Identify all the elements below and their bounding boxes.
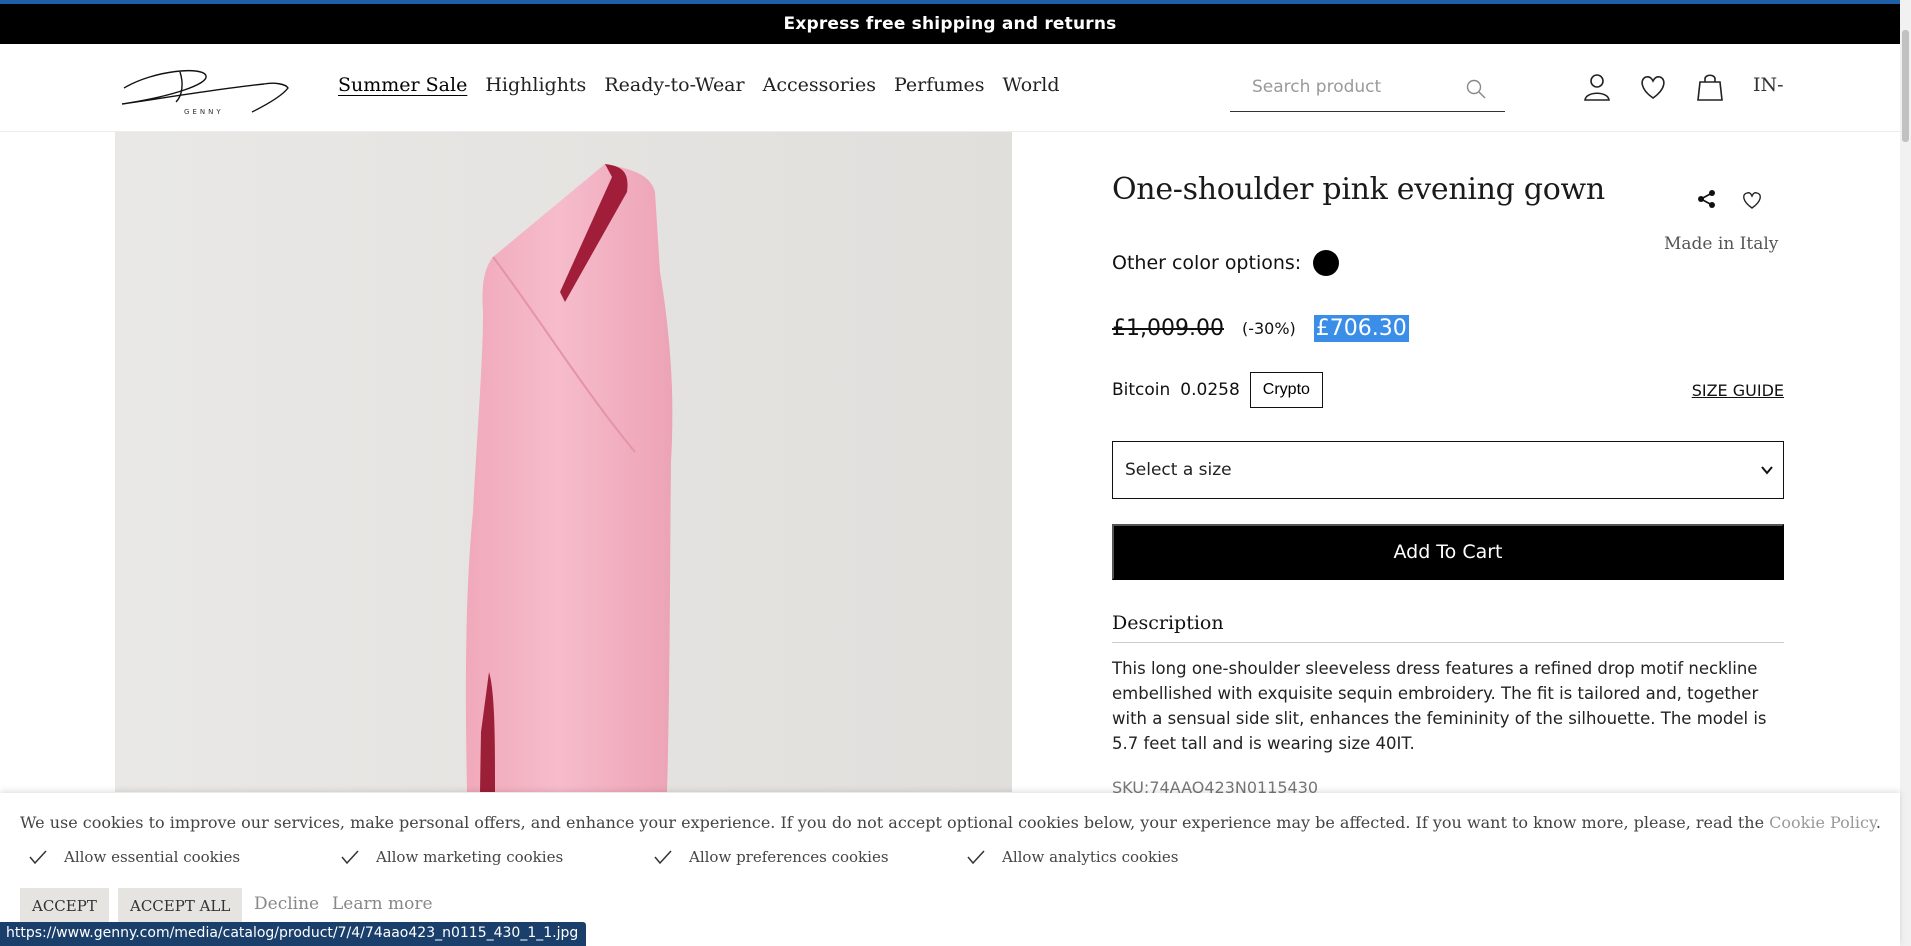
color-options: Other color options: (1112, 250, 1340, 276)
account-icon[interactable] (1580, 70, 1614, 104)
nav-highlights[interactable]: Highlights (485, 74, 586, 96)
add-to-cart-button[interactable]: Add To Cart (1112, 524, 1784, 580)
cookie-text-suffix: . (1875, 813, 1881, 832)
size-select[interactable]: Select a size (1112, 441, 1784, 499)
dress-illustration (465, 164, 673, 792)
product-title: One-shoulder pink evening gown (1112, 172, 1605, 207)
page-scrollbar[interactable] (1900, 0, 1911, 946)
checkmark-icon (966, 848, 986, 866)
crypto-price: Bitcoin 0.0258 Crypto (1112, 372, 1323, 408)
bitcoin-amount: 0.0258 (1180, 380, 1240, 400)
nav-summer-sale[interactable]: Summer Sale (338, 74, 467, 96)
scrollbar-thumb[interactable] (1902, 30, 1909, 142)
cookie-decline-button[interactable]: Decline (254, 894, 319, 914)
size-guide-link[interactable]: SIZE GUIDE (1692, 381, 1784, 400)
cookie-learn-more-link[interactable]: Learn more (332, 894, 433, 914)
cookie-policy-link[interactable]: Cookie Policy (1769, 813, 1876, 832)
cookie-option-analytics[interactable]: Allow analytics cookies (966, 848, 1179, 866)
promo-banner: Express free shipping and returns (0, 4, 1900, 44)
chevron-down-icon (1759, 462, 1775, 478)
share-icon[interactable] (1696, 188, 1718, 210)
search-box (1230, 64, 1505, 112)
cookie-accept-all-button[interactable]: ACCEPT ALL (118, 888, 243, 924)
browser-status-url: https://www.genny.com/media/catalog/prod… (0, 922, 587, 946)
checkmark-icon (340, 848, 360, 866)
checkmark-icon (28, 848, 48, 866)
svg-text:GENNY: GENNY (184, 108, 224, 116)
add-to-wishlist-heart-icon[interactable] (1740, 188, 1764, 212)
language-selector[interactable]: IN- (1753, 74, 1784, 96)
cookie-option-marketing[interactable]: Allow marketing cookies (340, 848, 563, 866)
genny-logo[interactable]: GENNY (114, 62, 290, 118)
site-header: GENNY Summer Sale Highlights Ready-to-We… (0, 44, 1900, 132)
color-swatch-black[interactable] (1313, 250, 1340, 276)
cookie-message: We use cookies to improve our services, … (20, 813, 1881, 832)
cookie-option-label: Allow essential cookies (64, 848, 241, 866)
nav-world[interactable]: World (1003, 74, 1060, 96)
made-in-label: Made in Italy (1664, 234, 1779, 254)
cookie-option-label: Allow marketing cookies (376, 848, 564, 866)
original-price: £1,009.00 (1112, 316, 1224, 341)
cookie-option-label: Allow preferences cookies (689, 848, 889, 866)
cookie-option-label: Allow analytics cookies (1002, 848, 1179, 866)
nav-ready-to-wear[interactable]: Ready-to-Wear (604, 74, 744, 96)
color-options-label: Other color options: (1112, 252, 1302, 274)
cookie-option-essential[interactable]: Allow essential cookies (28, 848, 240, 866)
product-image[interactable] (115, 132, 1012, 792)
shopping-bag-icon[interactable] (1693, 70, 1727, 104)
crypto-button[interactable]: Crypto (1249, 372, 1323, 408)
product-description: This long one-shoulder sleeveless dress … (1112, 659, 1767, 753)
search-input[interactable] (1252, 74, 1462, 100)
nav-perfumes[interactable]: Perfumes (894, 74, 985, 96)
cookie-text: We use cookies to improve our services, … (20, 813, 1765, 832)
sale-price: £706.30 (1313, 315, 1409, 342)
checkmark-icon (653, 848, 673, 866)
cookie-option-preferences[interactable]: Allow preferences cookies (653, 848, 889, 866)
price-block: £1,009.00 (-30%) £706.30 (1112, 315, 1409, 342)
discount-badge: (-30%) (1241, 319, 1296, 338)
cookie-accept-button[interactable]: ACCEPT (20, 888, 109, 924)
nav-accessories[interactable]: Accessories (763, 74, 876, 96)
main-nav: Summer Sale Highlights Ready-to-Wear Acc… (338, 74, 1078, 96)
wishlist-heart-icon[interactable] (1636, 70, 1670, 104)
description-heading[interactable]: Description (1112, 612, 1784, 643)
bitcoin-label: Bitcoin (1112, 380, 1171, 400)
size-select-value: Select a size (1125, 460, 1232, 480)
search-icon[interactable] (1465, 78, 1487, 100)
